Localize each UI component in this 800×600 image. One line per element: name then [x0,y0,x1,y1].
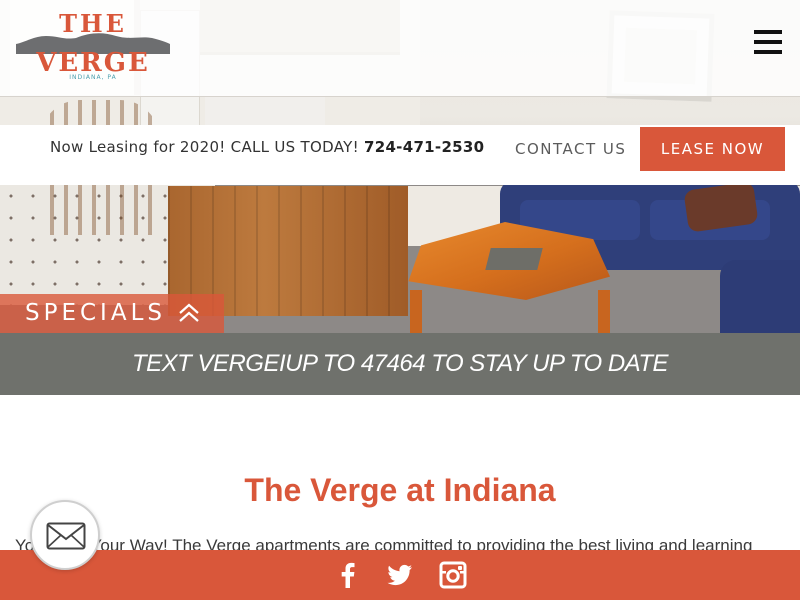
contact-us-link[interactable]: CONTACT US [515,125,626,173]
leasing-announcement: Now Leasing for 2020! CALL US TODAY! 724… [50,125,484,185]
text-alert-banner: TEXT VERGEIUP TO 47464 TO STAY UP TO DAT… [0,333,800,395]
phone-number-link[interactable]: 724-471-2530 [364,138,484,156]
specials-label: SPECIALS [25,300,166,326]
page-title: The Verge at Indiana [244,472,556,508]
hamburger-menu-icon[interactable] [754,30,782,56]
facebook-icon[interactable] [334,561,362,589]
logo-verge-text: VERGE [36,48,150,78]
logo-location-text: INDIANA, PA [69,74,117,81]
social-footer-bar [0,550,800,600]
envelope-icon [46,522,86,550]
site-header: THE VERGE INDIANA, PA [0,0,800,97]
double-chevron-up-icon [179,303,199,322]
info-bar: Now Leasing for 2020! CALL US TODAY! 724… [0,125,800,185]
site-logo[interactable]: THE VERGE INDIANA, PA [14,12,172,84]
specials-tab[interactable]: SPECIALS [0,294,224,333]
email-contact-button[interactable] [30,500,100,570]
instagram-icon[interactable] [439,561,467,589]
leasing-text: Now Leasing for 2020! CALL US TODAY! [50,138,359,156]
twitter-icon[interactable] [386,561,414,589]
lease-now-button[interactable]: LEASE NOW [640,127,785,171]
